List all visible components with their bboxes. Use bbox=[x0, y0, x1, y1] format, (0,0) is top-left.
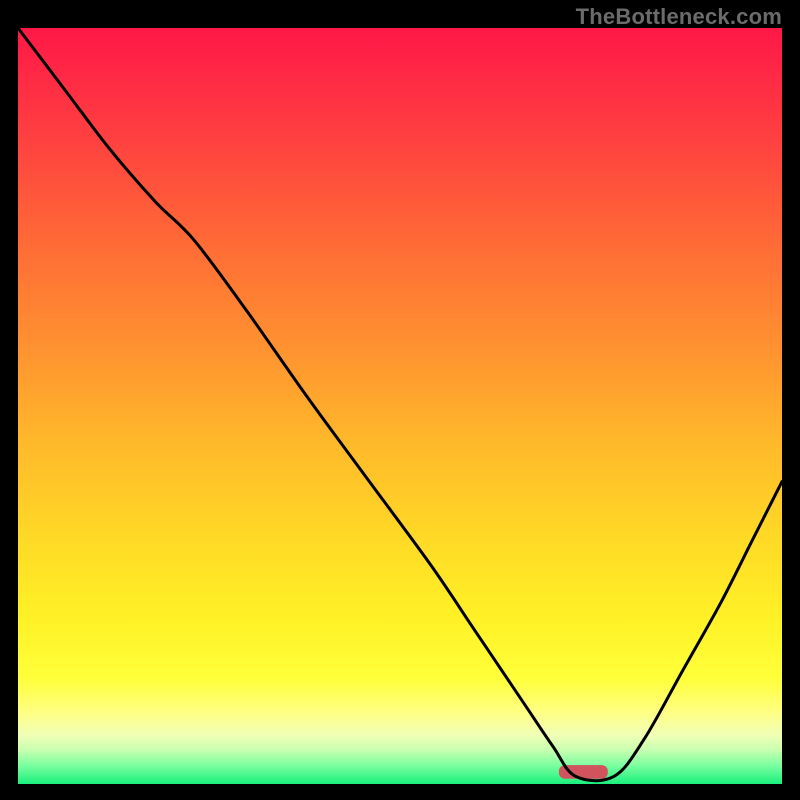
chart-frame bbox=[18, 28, 782, 784]
chart-svg bbox=[18, 28, 782, 784]
gradient-background bbox=[18, 28, 782, 784]
plot-area bbox=[18, 28, 782, 784]
watermark-text: TheBottleneck.com bbox=[576, 4, 782, 30]
